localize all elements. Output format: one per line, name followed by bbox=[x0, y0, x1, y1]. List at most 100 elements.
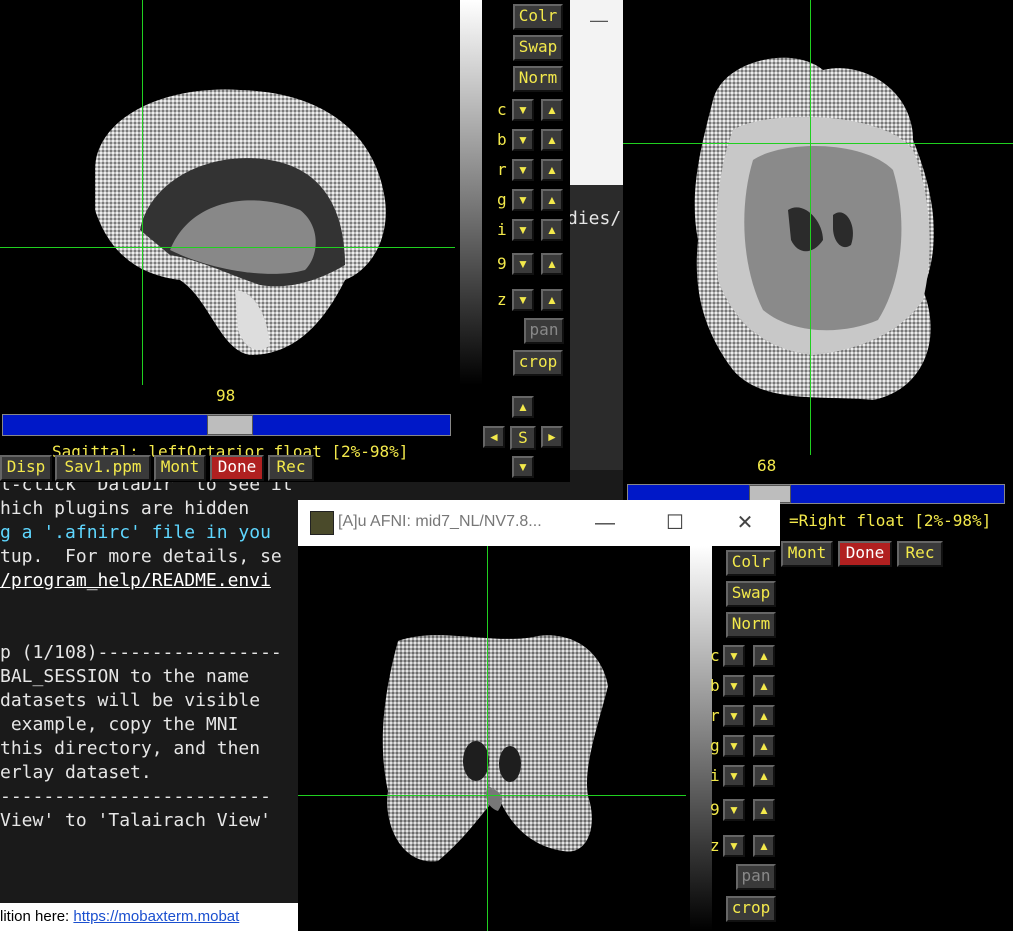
9-label: 9 bbox=[497, 254, 507, 273]
9-up-button[interactable]: ▲ bbox=[753, 799, 775, 821]
crosshair-vertical bbox=[810, 0, 811, 455]
terminal-line: ------------------------- bbox=[0, 786, 271, 807]
footer-prefix: lition here: bbox=[0, 908, 70, 925]
9-down-button[interactable]: ▼ bbox=[723, 799, 745, 821]
window-title: [A]u AFNI: mid7_NL/NV7.8... bbox=[338, 513, 542, 530]
c-down-button[interactable]: ▼ bbox=[512, 99, 534, 121]
c-up-button[interactable]: ▲ bbox=[541, 99, 563, 121]
i-up-button[interactable]: ▲ bbox=[541, 219, 563, 241]
crosshair-horizontal bbox=[0, 247, 455, 248]
swap-button[interactable]: Swap bbox=[513, 35, 563, 61]
pan-button[interactable]: pan bbox=[524, 318, 564, 344]
r-down-button[interactable]: ▼ bbox=[723, 705, 745, 727]
disp-button[interactable]: Disp bbox=[0, 455, 52, 481]
minimize-icon[interactable]: — bbox=[590, 508, 620, 538]
mont-button[interactable]: Mont bbox=[781, 541, 833, 567]
g-down-button[interactable]: ▼ bbox=[512, 189, 534, 211]
terminal-line: p (1/108)----------------- bbox=[0, 642, 282, 663]
c-label: c bbox=[497, 100, 507, 119]
close-icon[interactable]: ✕ bbox=[730, 508, 760, 538]
colorbar[interactable] bbox=[690, 546, 712, 931]
z-down-button[interactable]: ▼ bbox=[512, 289, 534, 311]
axial-brain-image bbox=[694, 57, 934, 401]
i-up-button[interactable]: ▲ bbox=[753, 765, 775, 787]
slice-slider-thumb[interactable] bbox=[207, 415, 253, 435]
terminal-line: BAL_SESSION to the name bbox=[0, 666, 250, 687]
9-up-button[interactable]: ▲ bbox=[541, 253, 563, 275]
terminal-line: erlay dataset. bbox=[0, 762, 152, 783]
norm-button[interactable]: Norm bbox=[726, 612, 776, 638]
pan-button[interactable]: pan bbox=[736, 864, 776, 890]
terminal-line: example, copy the MNI bbox=[0, 714, 239, 735]
g-label: g bbox=[710, 736, 720, 755]
terminal-line: datasets will be visible bbox=[0, 690, 261, 711]
terminal-line: tup. For more details, se bbox=[0, 546, 282, 567]
z-label: z bbox=[710, 836, 720, 855]
colorbar[interactable] bbox=[460, 0, 482, 385]
terminal-line[interactable]: /program_help/README.envi bbox=[0, 570, 271, 591]
g-up-button[interactable]: ▲ bbox=[753, 735, 775, 757]
coronal-window-titlebar[interactable]: [A]u AFNI: mid7_NL/NV7.8... — ☐ ✕ bbox=[298, 500, 780, 546]
crop-button[interactable]: crop bbox=[726, 896, 776, 922]
coronal-image[interactable] bbox=[298, 546, 686, 931]
norm-button[interactable]: Norm bbox=[513, 66, 563, 92]
footer-link[interactable]: https://mobaxterm.mobat bbox=[73, 908, 239, 925]
axial-image[interactable] bbox=[623, 0, 1013, 455]
pan-right-button[interactable]: ► bbox=[541, 426, 563, 448]
slice-number: 68 bbox=[757, 456, 777, 475]
b-label: b bbox=[710, 676, 720, 695]
s-button[interactable]: S bbox=[510, 426, 536, 450]
colr-button[interactable]: Colr bbox=[513, 4, 563, 30]
crosshair-vertical bbox=[142, 0, 143, 385]
crosshair-vertical bbox=[487, 546, 488, 931]
pan-left-button[interactable]: ◄ bbox=[483, 426, 505, 448]
g-down-button[interactable]: ▼ bbox=[723, 735, 745, 757]
r-up-button[interactable]: ▲ bbox=[753, 705, 775, 727]
z-up-button[interactable]: ▲ bbox=[753, 835, 775, 857]
r-label: r bbox=[497, 160, 507, 179]
g-up-button[interactable]: ▲ bbox=[541, 189, 563, 211]
terminal-line: View' to 'Talairach View' bbox=[0, 810, 271, 831]
crop-button[interactable]: crop bbox=[513, 350, 563, 376]
rec-button[interactable]: Rec bbox=[268, 455, 314, 481]
b-up-button[interactable]: ▲ bbox=[541, 129, 563, 151]
b-up-button[interactable]: ▲ bbox=[753, 675, 775, 697]
coronal-brain-image bbox=[382, 635, 608, 862]
i-down-button[interactable]: ▼ bbox=[723, 765, 745, 787]
pan-up-button[interactable]: ▲ bbox=[512, 396, 534, 418]
rec-button[interactable]: Rec bbox=[897, 541, 943, 567]
axial-viewer: 68 =Right float [2%-98%] Mont Done Rec bbox=[623, 0, 1013, 568]
i-down-button[interactable]: ▼ bbox=[512, 219, 534, 241]
maximize-icon[interactable]: ☐ bbox=[660, 508, 690, 538]
sagittal-image[interactable] bbox=[0, 0, 455, 385]
r-up-button[interactable]: ▲ bbox=[541, 159, 563, 181]
c-label: c bbox=[710, 646, 720, 665]
terminal-line: g a '.afnirc' file in you bbox=[0, 522, 271, 543]
z-up-button[interactable]: ▲ bbox=[541, 289, 563, 311]
9-down-button[interactable]: ▼ bbox=[512, 253, 534, 275]
save-button[interactable]: Sav1.ppm bbox=[55, 455, 151, 481]
z-down-button[interactable]: ▼ bbox=[723, 835, 745, 857]
mont-button[interactable]: Mont bbox=[154, 455, 206, 481]
afni-app-icon bbox=[310, 511, 334, 535]
r-down-button[interactable]: ▼ bbox=[512, 159, 534, 181]
minimize-icon[interactable]: — bbox=[590, 10, 608, 31]
b-label: b bbox=[497, 130, 507, 149]
i-label: i bbox=[710, 766, 720, 785]
c-down-button[interactable]: ▼ bbox=[723, 645, 745, 667]
c-up-button[interactable]: ▲ bbox=[753, 645, 775, 667]
crosshair-horizontal bbox=[298, 795, 686, 796]
bg-terminal-text: dies/ bbox=[567, 208, 622, 229]
done-button[interactable]: Done bbox=[210, 455, 264, 481]
9-label: 9 bbox=[710, 800, 720, 819]
done-button[interactable]: Done bbox=[838, 541, 892, 567]
b-down-button[interactable]: ▼ bbox=[723, 675, 745, 697]
colr-button[interactable]: Colr bbox=[726, 550, 776, 576]
image-info: =Right float [2%-98%] bbox=[789, 511, 992, 530]
pan-down-button[interactable]: ▼ bbox=[512, 456, 534, 478]
b-down-button[interactable]: ▼ bbox=[512, 129, 534, 151]
footer-bar: lition here: https://mobaxterm.mobat bbox=[0, 903, 300, 931]
r-label: r bbox=[710, 706, 720, 725]
swap-button[interactable]: Swap bbox=[726, 581, 776, 607]
coronal-viewer: Colr Swap Norm c ▼ ▲ b ▼ ▲ r ▼ ▲ g ▼ ▲ i… bbox=[298, 546, 780, 931]
